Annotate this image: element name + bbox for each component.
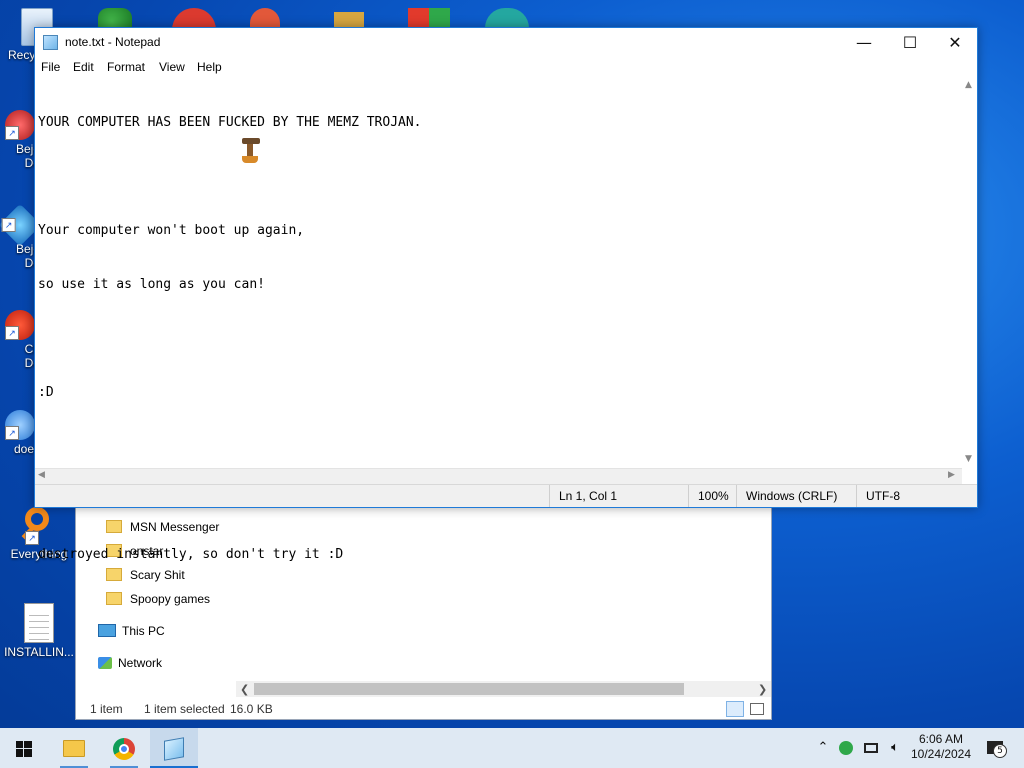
text-line: :D [38,385,54,400]
start-button[interactable] [0,728,48,768]
text-line: Your computer won't boot up again, [38,223,305,238]
encoding: UTF-8 [856,485,966,507]
network-icon [98,656,112,669]
vertical-scrollbar[interactable]: ▲ ▼ [962,78,977,468]
clock[interactable]: 6:06 AM 10/24/2024 [906,728,976,768]
explorer-status-bar: 1 item 1 item selected 16.0 KB [76,699,771,719]
chrome-icon [113,737,135,760]
text-line [38,168,963,186]
minimize-button[interactable]: — [841,28,887,58]
text-line [38,330,963,348]
text-line: destroyed instantly, so don't try it :D [38,547,344,562]
scroll-right-icon[interactable]: ▶ [948,470,955,480]
tree-item-this-pc[interactable]: This PC [98,620,165,642]
menu-file[interactable]: File [41,60,60,74]
menu-format[interactable]: Format [107,60,145,74]
cursor-position: Ln 1, Col 1 [549,485,688,507]
maximize-button[interactable]: ☐ [887,28,933,58]
taskbar-chrome[interactable] [100,728,148,768]
shortcut-arrow-icon: ↗ [5,426,19,440]
notification-count: 5 [993,744,1007,758]
taskbar: ⌃ 🔈︎ 6:06 AM 10/24/2024 5 [0,728,1024,768]
tray-app-icon[interactable] [836,728,856,768]
menu-bar: File Edit Format View Help [35,58,977,78]
menu-help[interactable]: Help [197,60,222,74]
text-line: YOUR COMPUTER HAS BEEN FUCKED BY THE MEM… [38,115,422,130]
app-icon: ↗ [5,410,35,440]
notifications-button[interactable]: 5 [980,728,1010,768]
details-view-icon[interactable] [726,701,744,717]
menu-edit[interactable]: Edit [73,60,94,74]
notepad-window: note.txt - Notepad — ☐ ✕ File Edit Forma… [34,27,978,562]
menu-view[interactable]: View [159,60,185,74]
window-title: note.txt - Notepad [65,35,161,49]
tree-item-network[interactable]: Network [98,652,162,674]
scroll-left-icon[interactable]: ❮ [240,683,249,696]
computer-icon [98,624,116,638]
scroll-up-icon[interactable]: ▲ [965,80,972,90]
network-icon[interactable] [860,728,882,768]
taskbar-file-explorer[interactable] [50,728,98,768]
close-button[interactable]: ✕ [932,28,978,58]
zoom-level: 100% [688,485,736,507]
file-explorer-icon [63,740,85,757]
shortcut-arrow-icon: ↗ [1,218,16,232]
horizontal-scrollbar[interactable]: ◀ ▶ [35,468,962,484]
scroll-left-icon[interactable]: ◀ [38,470,45,480]
line-ending: Windows (CRLF) [736,485,856,507]
notepad-icon [43,35,58,50]
windows-logo-icon [16,740,32,757]
shortcut-arrow-icon: ↗ [5,126,19,140]
large-icons-view-icon[interactable] [750,703,764,715]
shortcut-arrow-icon: ↗ [25,531,39,545]
horizontal-scrollbar[interactable]: ❮ ❯ [236,681,771,697]
selected-count: 1 item selected [144,702,225,716]
busy-cursor-icon [240,138,262,164]
text-line [38,438,963,456]
selected-size: 16.0 KB [230,702,273,716]
clock-date: 10/24/2024 [910,747,972,761]
scroll-down-icon[interactable]: ▼ [965,454,972,464]
desktop-icon-label: INSTALLIN... [4,645,74,659]
text-line: so use it as long as you can! [38,277,265,292]
title-bar[interactable]: note.txt - Notepad — ☐ ✕ [35,28,977,58]
chrome-icon: ↗ [5,310,35,340]
taskbar-notepad[interactable] [150,728,198,768]
notepad-status-bar: Ln 1, Col 1 100% Windows (CRLF) UTF-8 [35,484,977,507]
notepad-icon [164,736,184,761]
shortcut-arrow-icon: ↗ [5,326,19,340]
volume-icon[interactable]: 🔈︎ [884,728,906,768]
desktop-icon-installing[interactable]: INSTALLIN... [4,603,74,659]
item-count: 1 item [90,702,123,716]
text-file-icon [24,603,54,643]
scroll-right-icon[interactable]: ❯ [758,683,767,696]
show-hidden-icons-button[interactable]: ⌃ [814,728,832,768]
clock-time: 6:06 AM [918,732,964,746]
scrollbar-thumb[interactable] [254,683,684,695]
bejeweled-icon: ↗ [5,110,35,140]
text-editor[interactable]: YOUR COMPUTER HAS BEEN FUCKED BY THE MEM… [38,78,963,562]
